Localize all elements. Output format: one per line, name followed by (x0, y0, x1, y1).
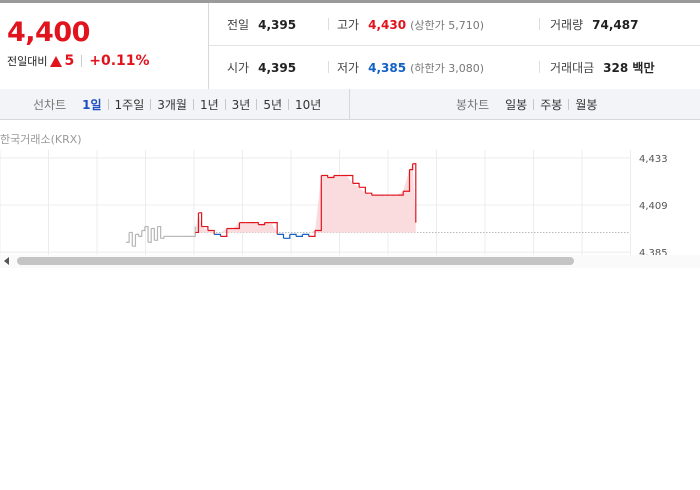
stat-volume: 거래량 74,487 (550, 16, 638, 33)
current-price: 4,400 (7, 17, 90, 48)
chart-tab-bar: 선차트 1일 1주일 3개월 1년 3년 5년 10년 봉차트 일봉 주봉 월봉 (0, 89, 700, 120)
stat-label: 시가 (227, 61, 250, 75)
data-source: 한국거래소(KRX) (0, 133, 82, 146)
stat-label: 거래량 (550, 18, 584, 32)
tab-1d[interactable]: 1일 (76, 96, 107, 113)
series-line-segment (141, 226, 146, 232)
intraday-chart-svg: 4,4334,4094,385 (0, 150, 668, 256)
series-line-segment (283, 234, 291, 239)
chart-scrollbar[interactable] (0, 255, 700, 268)
stat-divider (539, 61, 540, 73)
stat-value: 4,395 (258, 18, 297, 32)
series-line-segment (126, 232, 130, 243)
stats-grid: 전일 4,395 고가 4,430 (상한가 5,710) 거래량 74,487… (209, 3, 700, 89)
tab-monthly-candle[interactable]: 월봉 (569, 96, 603, 113)
stat-low: 저가 4,385 (하한가 3,080) (337, 59, 484, 76)
change-row: 전일대비 5 +0.11% (7, 53, 150, 69)
y-tick-label: 4,433 (639, 154, 668, 165)
stat-sub: (상한가 5,710) (410, 19, 484, 32)
quote-panel: 4,400 전일대비 5 +0.11% 전일 4,395 고가 4,430 (상… (0, 3, 700, 90)
stat-value: 328 백만 (603, 61, 655, 75)
series-line-segment (302, 233, 310, 237)
stat-high: 고가 4,430 (상한가 5,710) (337, 16, 484, 33)
series-area-fill (195, 163, 416, 233)
candle-chart-tabs: 봉차트 일봉 주봉 월봉 (456, 89, 603, 119)
line-chart-tabs: 선차트 1일 1주일 3개월 1년 3년 5년 10년 (33, 89, 327, 119)
series-line-segment (296, 234, 303, 237)
tab-3m[interactable]: 3개월 (151, 96, 193, 113)
up-triangle-icon (50, 55, 63, 67)
tab-weekly-candle[interactable]: 주봉 (534, 96, 568, 113)
tab-3y[interactable]: 3년 (226, 96, 257, 113)
intraday-chart: 4,433 4,409 4,385 (0, 150, 700, 256)
stat-label: 전일 (227, 18, 250, 32)
stat-value: 74,487 (592, 18, 639, 32)
y-tick-label: 4,409 (639, 201, 668, 212)
change-divider (81, 55, 83, 67)
triangle-left-icon[interactable] (4, 257, 9, 265)
stat-label: 저가 (337, 61, 360, 75)
series-line-segment (277, 233, 285, 239)
tab-daily-candle[interactable]: 일봉 (499, 96, 533, 113)
stat-divider (328, 61, 329, 73)
change-percent: +0.11% (89, 53, 150, 69)
tab-1y[interactable]: 1년 (194, 96, 225, 113)
stat-value: 4,395 (258, 61, 297, 75)
stat-value: 4,385 (368, 61, 407, 75)
change-label: 전일대비 (7, 55, 48, 68)
stat-label: 거래대금 (550, 61, 595, 75)
stat-divider (539, 18, 540, 30)
tab-5y[interactable]: 5년 (257, 96, 288, 113)
scrollbar-thumb[interactable] (17, 257, 574, 265)
tab-1w[interactable]: 1주일 (109, 96, 151, 113)
stat-label: 고가 (337, 18, 360, 32)
stat-value: 4,430 (368, 18, 407, 32)
stats-row-divider (209, 45, 700, 46)
candle-chart-label: 봉차트 (456, 97, 490, 112)
stat-open: 시가 4,395 (227, 59, 296, 76)
change-value: 5 (64, 53, 75, 69)
stat-sub: (하한가 3,080) (410, 62, 484, 75)
series-line-segment (214, 233, 222, 237)
stat-trade-value: 거래대금 328 백만 (550, 59, 654, 76)
stat-divider (328, 18, 329, 30)
tab-10y[interactable]: 10년 (289, 96, 327, 113)
price-box: 4,400 전일대비 5 +0.11% (0, 3, 209, 89)
line-chart-label: 선차트 (33, 97, 67, 112)
tab-group-divider (349, 89, 350, 119)
stat-prev-close: 전일 4,395 (227, 16, 296, 33)
